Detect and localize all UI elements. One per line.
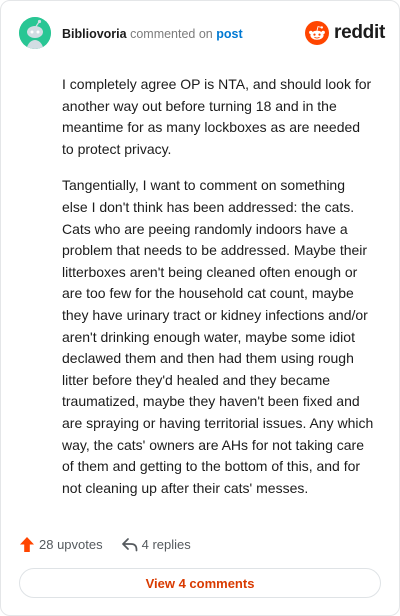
username[interactable]: Bibliovoria [62,27,127,41]
replies-button[interactable]: 4 replies [121,537,191,552]
reply-arrow-icon [121,537,137,551]
upvote-button[interactable]: 28 upvotes [19,536,103,553]
upvotes-count: 28 upvotes [39,536,103,552]
comment-body: I completely agree OP is NTA, and should… [62,74,374,514]
replies-count: 4 replies [141,536,191,552]
reddit-brand[interactable]: reddit [305,21,385,45]
user-avatar[interactable] [19,17,51,49]
post-link[interactable]: post [216,27,242,41]
snoo-avatar-icon [19,17,51,49]
comment-actions: 28 upvotes 4 replies [19,534,191,554]
comment-header: Bibliovoria commented on post reddit [19,17,385,51]
comment-paragraph: Tangentially, I want to comment on somet… [62,177,374,496]
reddit-wordmark: reddit [334,22,385,43]
view-comments-button[interactable]: View 4 comments [19,568,381,598]
upvote-arrow-icon [20,536,34,552]
commented-on-text: commented on [130,27,213,41]
comment-meta: Bibliovoria commented on post [62,26,243,42]
reddit-logo-icon [305,21,330,45]
comment-paragraph: I completely agree OP is NTA, and should… [62,76,372,157]
comment-card: Bibliovoria commented on post reddit I c… [0,0,400,616]
